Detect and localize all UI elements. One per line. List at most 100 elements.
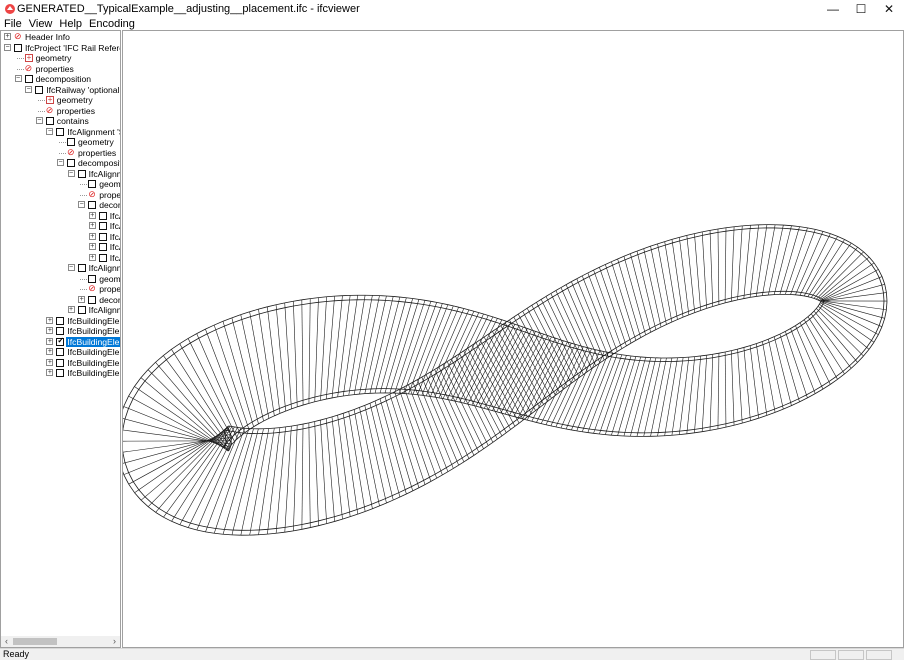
tree-item[interactable]: + IfcBuildingEleme (1, 336, 120, 347)
tree-item[interactable]: − IfcRailway 'optional Rai (1, 85, 120, 95)
visibility-checkbox[interactable] (35, 85, 44, 94)
visibility-checkbox[interactable] (45, 117, 54, 125)
menu-view[interactable]: View (25, 18, 56, 30)
track-segment-edge (222, 321, 254, 427)
visibility-checkbox[interactable] (98, 211, 107, 220)
expand-icon[interactable]: + (46, 327, 54, 334)
visibility-checkbox[interactable] (88, 201, 97, 209)
visibility-checkbox[interactable] (98, 222, 107, 230)
visibility-checkbox[interactable] (56, 327, 65, 335)
tree-item[interactable]: + IfcAlignme (1, 305, 120, 315)
tree-item[interactable]: + IfcA (1, 232, 120, 242)
tree-item[interactable]: geometry (1, 137, 120, 147)
tree-item[interactable]: − decompositic (1, 158, 120, 168)
visibility-checkbox[interactable] (98, 243, 107, 251)
tree-item[interactable]: − contains (1, 116, 120, 126)
maximize-button[interactable]: ☐ (846, 0, 876, 18)
visibility-checkbox[interactable] (56, 127, 65, 136)
tree-item[interactable]: geometry (1, 95, 120, 105)
tree-item[interactable]: ⊘proper (1, 284, 120, 294)
expand-icon[interactable]: + (46, 316, 54, 324)
collapse-icon[interactable]: − (67, 169, 75, 177)
menu-help[interactable]: Help (55, 18, 85, 30)
collapse-icon[interactable]: − (57, 159, 64, 166)
expand-icon[interactable]: + (88, 222, 96, 229)
expand-icon[interactable]: + (88, 232, 96, 240)
expand-icon[interactable]: + (4, 33, 11, 40)
track-segment-edge (807, 296, 812, 298)
expand-icon[interactable]: + (88, 253, 96, 261)
railway-wireframe-model[interactable] (123, 31, 904, 648)
visibility-checkbox[interactable] (98, 232, 107, 241)
tree-item[interactable]: + ⊘ Header Info (1, 32, 120, 42)
visibility-checkbox[interactable] (56, 348, 65, 356)
tree-item[interactable]: − IfcAlignme (1, 169, 120, 179)
tree-item[interactable]: + IfcA (1, 253, 120, 263)
tree-item[interactable]: ⊘ properties (1, 63, 120, 74)
visibility-checkbox[interactable] (56, 316, 65, 325)
tree-item[interactable]: − IfcAlignme (1, 263, 120, 273)
collapse-icon[interactable]: − (14, 75, 22, 82)
tree-item[interactable]: − IfcProject 'IFC Rail Referenced (1, 43, 120, 53)
visibility-checkbox[interactable] (88, 180, 97, 188)
expand-icon[interactable]: + (46, 348, 54, 355)
tree-item[interactable]: geome (1, 179, 120, 189)
visibility-checkbox[interactable] (98, 253, 107, 262)
expand-icon[interactable]: + (88, 211, 96, 219)
visibility-checkbox[interactable] (56, 369, 65, 377)
collapse-icon[interactable]: − (35, 117, 43, 124)
collapse-icon[interactable]: − (78, 201, 86, 208)
tree-item[interactable]: + IfcBuildingEleme (1, 347, 120, 357)
tree-item[interactable]: + IfcA (1, 221, 120, 231)
tree-item[interactable]: geome (1, 274, 120, 284)
collapse-icon[interactable]: − (4, 43, 11, 51)
scroll-left-icon[interactable]: ‹ (1, 636, 12, 647)
tree-item[interactable]: − decomposition (1, 74, 120, 84)
tree-item[interactable]: + IfcBuildingEleme (1, 326, 120, 336)
visibility-checkbox[interactable] (88, 295, 97, 304)
tree-item[interactable]: + IfcA (1, 211, 120, 221)
expand-icon[interactable]: + (88, 243, 96, 250)
model-tree-panel[interactable]: + ⊘ Header Info − IfcProject 'IFC Rail Refer… (0, 30, 121, 648)
collapse-icon[interactable]: − (67, 264, 75, 271)
tree-item[interactable]: ⊘proper (1, 189, 120, 200)
expand-icon[interactable]: + (46, 358, 54, 366)
collapse-icon[interactable]: − (25, 85, 33, 93)
expand-icon[interactable]: + (67, 306, 75, 313)
tree-item[interactable]: + IfcA (1, 242, 120, 252)
expand-icon[interactable]: + (78, 295, 86, 303)
scrollbar-thumb[interactable] (13, 638, 57, 645)
tree-item[interactable]: + IfcBuildingEleme (1, 316, 120, 326)
tree-item[interactable]: geometry (1, 53, 120, 63)
tree-item[interactable]: + IfcBuildingEleme (1, 368, 120, 378)
visibility-checkbox[interactable] (88, 274, 97, 283)
visibility-checkbox[interactable] (67, 159, 75, 167)
visibility-checkbox[interactable] (77, 264, 86, 272)
expand-icon[interactable]: + (46, 369, 54, 376)
visibility-checkbox[interactable] (14, 43, 22, 52)
visibility-checkbox[interactable] (56, 358, 65, 367)
tree-item[interactable]: + IfcBuildingEleme (1, 358, 120, 368)
menu-encoding[interactable]: Encoding (85, 18, 138, 30)
menu-file[interactable]: File (0, 18, 25, 30)
close-button[interactable]: ✕ (874, 0, 904, 18)
visibility-checkbox[interactable] (24, 75, 33, 83)
expand-icon[interactable]: + (46, 337, 54, 345)
tree-item[interactable]: − IfcAlignment 'Spe (1, 127, 120, 137)
track-segment-edge (473, 401, 478, 403)
tree-item[interactable]: − decom (1, 200, 120, 210)
tree-item[interactable]: ⊘ properties (1, 147, 120, 158)
scroll-right-icon[interactable]: › (109, 636, 120, 647)
tree-item[interactable]: + decom (1, 295, 120, 305)
tree-item[interactable]: ⊘ properties (1, 105, 120, 116)
track-segment-edge (819, 269, 879, 302)
track-segment-edge (710, 425, 719, 428)
minimize-button[interactable]: — (818, 0, 848, 18)
visibility-checkbox[interactable] (77, 169, 86, 178)
collapse-icon[interactable]: − (46, 127, 54, 135)
tree-horizontal-scrollbar[interactable]: ‹ › (1, 636, 120, 647)
visibility-checkbox[interactable] (56, 336, 65, 346)
3d-viewport[interactable] (122, 30, 904, 648)
visibility-checkbox[interactable] (77, 306, 86, 314)
visibility-checkbox[interactable] (67, 138, 75, 146)
